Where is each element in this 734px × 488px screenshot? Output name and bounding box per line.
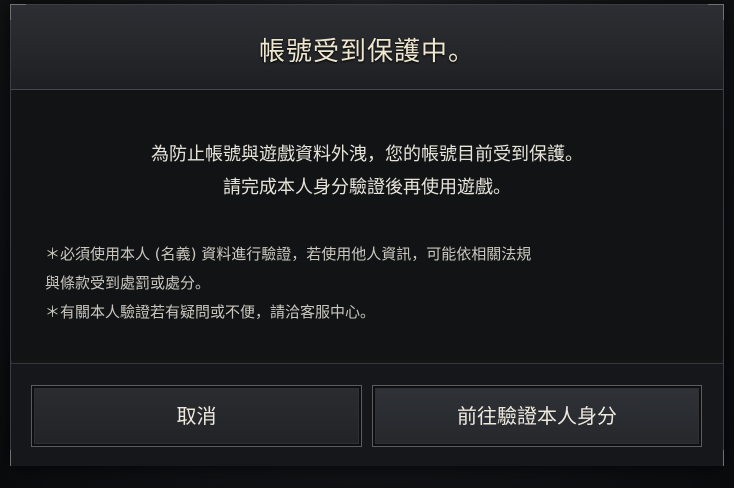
dialog-header: 帳號受到保護中。 xyxy=(11,5,723,90)
verify-identity-button[interactable]: 前往驗證本人身分 xyxy=(372,385,702,447)
message-line: 請完成本人身分驗證後再使用遊戲。 xyxy=(223,177,511,198)
note-line: 與條款受到處罰或處分。 xyxy=(45,274,211,292)
message-line: 為防止帳號與遊戲資料外洩，您的帳號目前受到保護。 xyxy=(151,144,583,165)
cancel-button[interactable]: 取消 xyxy=(31,385,362,447)
dialog-body: 為防止帳號與遊戲資料外洩，您的帳號目前受到保護。 請完成本人身分驗證後再使用遊戲… xyxy=(11,90,723,360)
notice-notes: ＊必須使用本人 (名義) 資料進行驗證，若使用他人資訊，可能依相關法規 與條款受… xyxy=(45,240,705,327)
note-line: ＊必須使用本人 (名義) 資料進行驗證，若使用他人資訊，可能依相關法規 xyxy=(45,245,532,263)
dialog-title: 帳號受到保護中。 xyxy=(258,37,475,67)
main-message: 為防止帳號與遊戲資料外洩，您的帳號目前受到保護。 請完成本人身分驗證後再使用遊戲… xyxy=(11,138,723,204)
note-line: ＊有關本人驗證若有疑問或不便，請洽客服中心。 xyxy=(45,303,376,321)
account-protection-dialog: 帳號受到保護中。 為防止帳號與遊戲資料外洩，您的帳號目前受到保護。 請完成本人身… xyxy=(10,4,724,466)
dialog-footer: 取消 前往驗證本人身分 xyxy=(11,363,723,466)
